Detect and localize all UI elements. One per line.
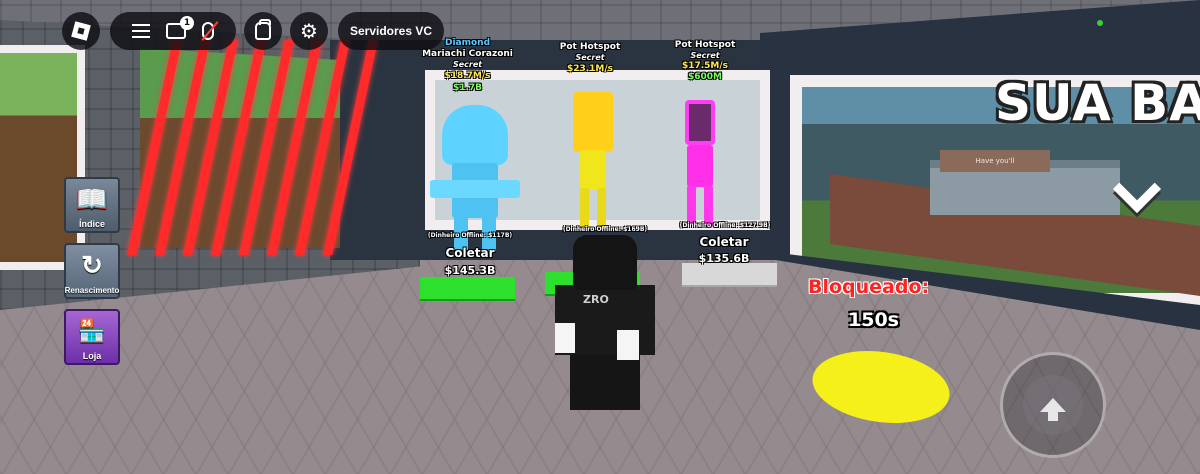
shop-button[interactable]: 🏪 Loja — [64, 309, 120, 365]
brainrot-3-offline: (Dinheiro Offline: $127.9B) — [679, 222, 771, 229]
hamburger-menu-icon[interactable] — [132, 24, 150, 38]
pedestal-3[interactable] — [682, 263, 777, 285]
roblox-menu-button[interactable] — [62, 12, 100, 50]
rebirth-label: Renascimento — [64, 286, 120, 295]
brainrot-1-tier: Secret — [452, 60, 483, 69]
pedestal-1[interactable] — [420, 277, 515, 299]
index-button[interactable]: 📖 Índice — [64, 177, 120, 233]
brainrot-1-value: $1.7B — [452, 83, 483, 93]
player-avatar: ZRO — [555, 235, 655, 410]
roblox-logo-icon — [71, 21, 91, 41]
gear-icon: ⚙ — [300, 19, 318, 43]
chat-badge: 1 — [180, 16, 194, 30]
rebirth-button[interactable]: ↻ Renascimento — [64, 243, 120, 299]
brainrot-3-tier: Secret — [690, 51, 720, 60]
backpack-icon — [255, 19, 271, 40]
backpack-button[interactable] — [244, 12, 282, 50]
brainrot-2-name: Pot Hotspot — [559, 42, 621, 52]
store-icon: 🏪 — [78, 318, 106, 343]
settings-button[interactable]: ⚙ — [290, 12, 328, 50]
jump-button-inner — [1023, 375, 1083, 435]
base-title: SUA BA — [995, 74, 1200, 132]
status-dot — [1097, 20, 1103, 26]
jump-button[interactable] — [1000, 352, 1106, 458]
shop-label: Loja — [82, 351, 102, 361]
brainrot-1-cash: $145.3B — [444, 264, 496, 277]
brainrot-pot-hotspot[interactable] — [568, 92, 618, 232]
brainrot-1-rate: $18.7M/s — [444, 71, 491, 81]
brainrot-3-value: $600M — [687, 72, 722, 82]
brainrot-1-name: Mariachi Corazoni — [422, 49, 513, 59]
brainrot-2-tier: Secret — [575, 53, 605, 62]
brainrot-pot-hotspot-pink[interactable] — [675, 100, 725, 230]
locked-timer: 150s — [848, 309, 899, 331]
refresh-icon: ↻ — [81, 250, 103, 280]
book-icon: 📖 — [75, 183, 109, 214]
brainrot-1-offline: (Dinheiro Offline: $117B) — [427, 232, 513, 239]
brainrot-3-name: Pot Hotspot — [674, 40, 736, 50]
brainrot-3-cash: $135.6B — [698, 252, 750, 265]
brainrot-3-rate: $17.5M/s — [681, 61, 729, 71]
base-sign: Have you'll — [940, 150, 1050, 172]
index-label: Índice — [78, 219, 105, 229]
left-window — [0, 45, 85, 270]
chat-icon[interactable]: 1 — [166, 16, 194, 39]
menu-group: 1 — [110, 12, 236, 50]
mic-muted-icon[interactable] — [202, 22, 214, 40]
servers-vc-button[interactable]: Servidores VC — [338, 12, 444, 50]
brainrot-2-offline: (Dinheiro Offline: $169B) — [562, 226, 648, 233]
brainrot-2-rate: $23.1M/s — [566, 64, 614, 74]
brainrot-1-collect[interactable]: Coletar — [430, 246, 510, 260]
arrow-up-icon — [1040, 398, 1066, 421]
brainrot-3-collect[interactable]: Coletar — [684, 235, 764, 249]
locked-label: Bloqueado: — [808, 276, 930, 298]
